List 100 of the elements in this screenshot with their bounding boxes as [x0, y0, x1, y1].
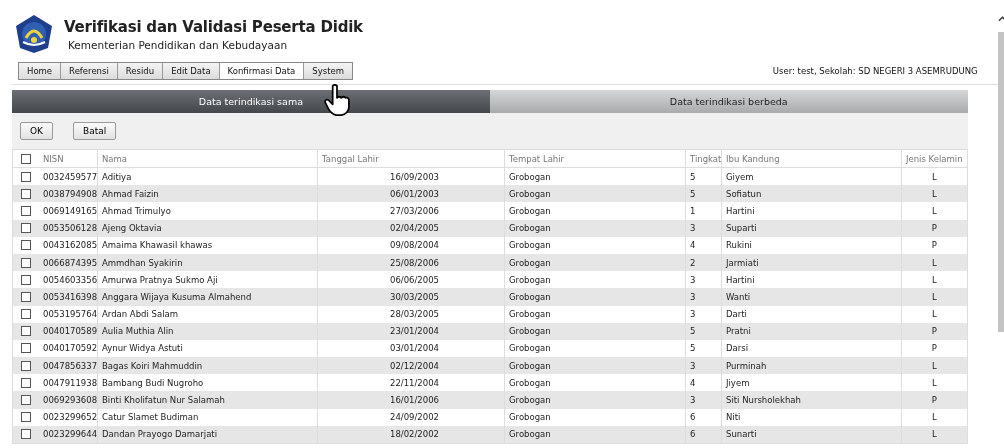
row-checkbox[interactable]: [21, 377, 31, 388]
table-cell-text: 0047911938: [42, 376, 97, 390]
table-cell: L: [901, 408, 967, 426]
table-cell: Grobogan: [504, 425, 685, 443]
table-cell: Hartini: [721, 202, 901, 220]
table-cell: Ammdhan Syakirin: [97, 253, 317, 272]
column-header: Ibu Kandung: [721, 150, 901, 167]
table-cell: 27/03/2006: [317, 202, 504, 220]
row-checkbox[interactable]: [21, 205, 31, 216]
table-cell: P: [901, 236, 967, 254]
scroll-up-icon[interactable]: [997, 16, 1004, 22]
column-header: Tingkat: [685, 150, 721, 167]
table-cell-text: 0040170589: [42, 325, 97, 339]
row-checkbox[interactable]: [21, 291, 31, 302]
table-cell: Grobogan: [504, 236, 685, 254]
table-cell: L: [901, 185, 967, 203]
table-cell-text: 0053506128: [42, 222, 97, 236]
table-cell: Siti Nursholekhah: [721, 391, 901, 409]
table-cell-text: 0053195764: [42, 308, 97, 322]
table-cell: 6: [685, 408, 721, 426]
row-checkbox[interactable]: [21, 343, 31, 354]
table-cell: L: [901, 305, 967, 323]
table-cell-text: 0032459577: [42, 170, 97, 184]
table-cell: 6: [685, 425, 721, 443]
table-cell: 02/12/2004: [317, 357, 504, 375]
table-cell: 3: [685, 391, 721, 409]
user-info: User: test, Sekolah: SD NEGERI 3 ASEMRUDUNG: [772, 66, 978, 76]
table-cell: Grobogan: [504, 253, 685, 272]
table-cell: P: [901, 391, 967, 409]
menu-item[interactable]: Home: [19, 63, 62, 79]
table-cell: Grobogan: [504, 391, 685, 409]
row-checkbox[interactable]: [21, 274, 31, 285]
table-cell-text: 0040170592: [42, 342, 97, 356]
table-cell-text: 0023299652: [42, 411, 97, 425]
column-header: Nama: [97, 150, 317, 167]
table-cell: 3: [685, 219, 721, 237]
table-cell: Grobogan: [504, 305, 685, 323]
table-cell: 28/03/2005: [317, 305, 504, 323]
app-title: Verifikasi dan Validasi Peserta Didik: [64, 17, 363, 36]
table-cell: P: [901, 322, 967, 340]
tab[interactable]: Data terindikasi berbeda: [489, 90, 968, 113]
column-header: Tanggal Lahir: [317, 150, 504, 167]
row-checkbox[interactable]: [21, 223, 31, 234]
table-cell: Wanti: [721, 288, 901, 306]
row-checkbox[interactable]: [21, 326, 31, 337]
table-cell: Pratni: [721, 322, 901, 340]
table-cell: 23/01/2004: [317, 322, 504, 340]
row-checkbox[interactable]: [21, 188, 31, 199]
table-cell: 24/09/2002: [317, 408, 504, 426]
table-cell: Sunarti: [721, 425, 901, 443]
table-cell: 18/02/2002: [317, 425, 504, 443]
table-cell: Aulia Muthia Alin: [97, 322, 317, 340]
column-header: Tempat Lahir: [504, 150, 685, 167]
table-cell: Grobogan: [504, 219, 685, 237]
row-checkbox[interactable]: [21, 412, 31, 423]
column-header: NISN: [42, 152, 65, 166]
table-cell: L: [901, 288, 967, 306]
tab[interactable]: Data terindikasi sama: [12, 90, 490, 113]
scrollbar-thumb[interactable]: [998, 32, 1004, 332]
table-cell: Grobogan: [504, 202, 685, 220]
table-cell: Sofiatun: [721, 185, 901, 203]
action-button[interactable]: OK: [20, 122, 53, 140]
table-cell: Binti Kholifatun Nur Salamah: [97, 391, 317, 409]
table-cell: Ahmad Trimulyo: [97, 202, 317, 220]
table-cell: 02/04/2005: [317, 219, 504, 237]
row-checkbox[interactable]: [21, 309, 31, 320]
hand-cursor-icon: [324, 83, 350, 117]
table-cell-text: 0069293608: [42, 394, 97, 408]
row-checkbox[interactable]: [21, 171, 31, 182]
table-cell: Grobogan: [504, 288, 685, 306]
select-all-checkbox[interactable]: [21, 153, 31, 164]
menu-item[interactable]: Edit Data: [163, 63, 220, 79]
table-cell-text: 0054603356: [42, 273, 97, 287]
row-checkbox[interactable]: [21, 360, 31, 371]
table-cell: L: [901, 357, 967, 375]
row-checkbox[interactable]: [21, 257, 31, 268]
table-cell: 4: [685, 236, 721, 254]
row-checkbox[interactable]: [21, 395, 31, 406]
menu-item[interactable]: Residu: [117, 63, 164, 79]
table-cell-text: 0038794908: [42, 187, 97, 201]
table-cell-text: 0069149165: [42, 204, 97, 218]
table-cell: 16/01/2006: [317, 391, 504, 409]
table-cell-text: 0047856337: [42, 359, 97, 373]
table-cell: Suparti: [721, 219, 901, 237]
menu-item[interactable]: System: [304, 63, 353, 79]
table-cell: Grobogan: [504, 357, 685, 375]
table-cell: Jarmiati: [721, 253, 901, 272]
row-checkbox[interactable]: [21, 240, 31, 251]
table-cell: P: [901, 219, 967, 237]
table-cell-text: 0043162085: [42, 239, 97, 253]
row-checkbox[interactable]: [21, 429, 31, 440]
table-cell: Purminah: [721, 357, 901, 375]
menu-item[interactable]: Referensi: [61, 63, 118, 79]
table-cell: Grobogan: [504, 185, 685, 203]
table-cell: Ahmad Faizin: [97, 185, 317, 203]
table-cell: 5: [685, 185, 721, 203]
table-cell: Niti: [721, 408, 901, 426]
table-cell: 25/08/2006: [317, 253, 504, 272]
action-button[interactable]: Batal: [73, 122, 117, 140]
table-cell: 30/03/2005: [317, 288, 504, 306]
